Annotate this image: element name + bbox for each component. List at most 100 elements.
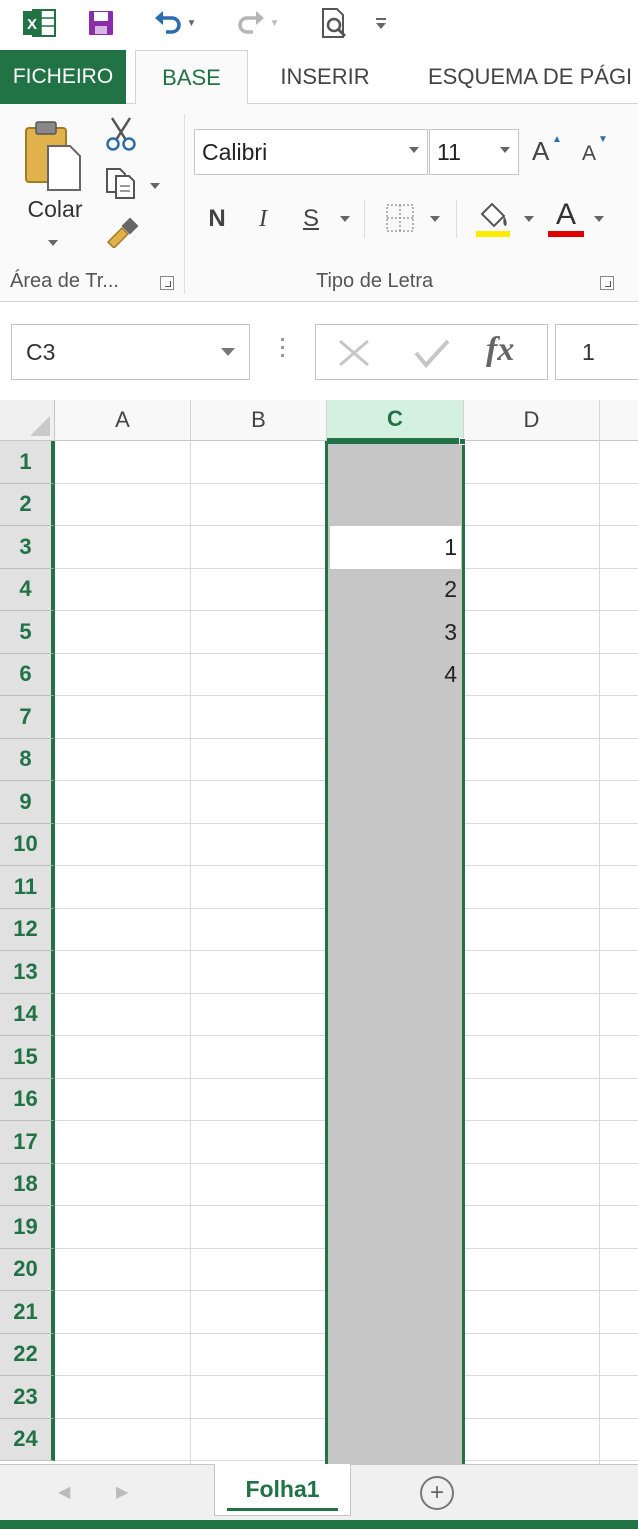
row-header-6[interactable]: 6 xyxy=(0,653,55,696)
row-header-14[interactable]: 14 xyxy=(0,993,55,1036)
copy-icon xyxy=(106,168,135,199)
sheet-tab-folha1[interactable]: Folha1 xyxy=(214,1464,351,1516)
fill-handle[interactable] xyxy=(459,438,466,445)
row-header-18[interactable]: 18 xyxy=(0,1163,55,1206)
row-header-17[interactable]: 17 xyxy=(0,1121,55,1164)
undo-dropdown-icon[interactable]: ▼ xyxy=(187,18,197,29)
column-header-c[interactable]: C xyxy=(327,400,464,441)
shrink-font-label: A xyxy=(582,142,597,165)
font-size-value: 11 xyxy=(437,138,461,165)
column-header-d[interactable]: D xyxy=(464,400,600,441)
row-header-9[interactable]: 9 xyxy=(0,781,55,824)
divider xyxy=(456,200,457,238)
row-header-10[interactable]: 10 xyxy=(0,823,55,866)
column-header-a[interactable]: A xyxy=(55,400,191,441)
quick-access-toolbar: X ▼ ▼ xyxy=(0,0,638,50)
enter-icon[interactable] xyxy=(412,337,452,369)
borders-dropdown-icon[interactable] xyxy=(430,216,440,222)
row-header-16[interactable]: 16 xyxy=(0,1078,55,1121)
formula-value: 1 xyxy=(582,338,595,365)
font-color-label: A xyxy=(555,198,576,231)
italic-button[interactable]: I xyxy=(246,196,280,242)
row-header-19[interactable]: 19 xyxy=(0,1206,55,1249)
select-all-button[interactable] xyxy=(0,400,55,441)
column-header-partial[interactable] xyxy=(600,400,638,441)
name-box-dropdown-icon[interactable] xyxy=(221,348,235,356)
print-preview-icon[interactable] xyxy=(316,6,352,40)
sheet-scroll-right-icon[interactable]: ▶ xyxy=(116,1482,128,1502)
row-header-2[interactable]: 2 xyxy=(0,483,55,526)
name-box[interactable]: C3 xyxy=(11,324,250,380)
tab-esquema-de-pagina[interactable]: ESQUEMA DE PÁGI xyxy=(428,50,638,104)
customize-qat-icon[interactable] xyxy=(370,6,392,40)
excel-logo-letter: X xyxy=(27,16,37,33)
scissors-icon[interactable] xyxy=(104,116,140,152)
paintbrush-icon[interactable] xyxy=(104,216,140,252)
row-header-3[interactable]: 3 xyxy=(0,526,55,569)
cell-c4[interactable]: 2 xyxy=(330,569,457,611)
undo-button[interactable]: ▼ xyxy=(145,6,203,40)
font-size-combo[interactable]: 11 xyxy=(429,129,519,175)
row-header-5[interactable]: 5 xyxy=(0,611,55,654)
caret-up-icon: ▲ xyxy=(552,134,562,145)
row-header-22[interactable]: 22 xyxy=(0,1333,55,1376)
font-color-button[interactable]: A xyxy=(548,196,584,240)
gridline xyxy=(190,441,191,1464)
cancel-icon[interactable] xyxy=(336,337,372,369)
row-header-4[interactable]: 4 xyxy=(0,568,55,611)
row-header-7[interactable]: 7 xyxy=(0,696,55,739)
borders-icon[interactable] xyxy=(384,202,418,236)
font-name-dropdown-icon[interactable] xyxy=(409,147,419,153)
formula-bar: C3 fx 1 xyxy=(0,302,638,400)
formula-buttons: fx xyxy=(315,324,548,380)
underline-button[interactable]: S xyxy=(294,196,328,242)
cell-c6[interactable]: 4 xyxy=(330,654,457,696)
underline-dropdown-icon[interactable] xyxy=(340,216,350,222)
grow-font-button[interactable]: A ▲ xyxy=(532,134,564,170)
divider xyxy=(364,200,365,238)
tab-base[interactable]: BASE xyxy=(135,50,248,105)
save-icon[interactable] xyxy=(84,6,118,40)
undo-icon xyxy=(154,11,181,34)
formula-input[interactable]: 1 xyxy=(555,324,638,380)
font-color-dropdown-icon[interactable] xyxy=(594,216,604,222)
row-header-13[interactable]: 13 xyxy=(0,951,55,994)
clipboard-group-label: Área de Tr... xyxy=(10,270,119,292)
bold-button[interactable]: N xyxy=(200,196,234,242)
row-header-11[interactable]: 11 xyxy=(0,866,55,909)
worksheet-grid[interactable]: ABCD 1234 1 2 3 4 5 6 7 8 9 10 11 12 13 14 15 16 17 18 19 2… xyxy=(0,400,638,1464)
redo-button[interactable]: ▼ xyxy=(228,6,286,40)
formula-bar-grip-icon[interactable] xyxy=(281,338,285,366)
fill-color-dropdown-icon[interactable] xyxy=(524,216,534,222)
copy-dropdown-icon[interactable] xyxy=(150,183,160,189)
fill-color-icon[interactable] xyxy=(474,198,514,240)
paste-dropdown-icon[interactable] xyxy=(48,240,58,246)
font-size-dropdown-icon[interactable] xyxy=(500,147,510,153)
redo-dropdown-icon[interactable]: ▼ xyxy=(270,18,280,29)
row-header-12[interactable]: 12 xyxy=(0,908,55,951)
column-header-b[interactable]: B xyxy=(191,400,327,441)
ribbon-tabs: FICHEIRO BASE INSERIR ESQUEMA DE PÁGI xyxy=(0,50,638,105)
row-header-15[interactable]: 15 xyxy=(0,1036,55,1079)
tab-ficheiro[interactable]: FICHEIRO xyxy=(0,50,126,104)
paste-button[interactable]: Colar xyxy=(18,118,92,248)
insert-function-button[interactable]: fx xyxy=(486,331,514,369)
tab-inserir[interactable]: INSERIR xyxy=(262,50,388,104)
row-header-21[interactable]: 21 xyxy=(0,1291,55,1334)
font-name-combo[interactable]: Calibri xyxy=(194,129,428,175)
sheet-scroll-left-icon[interactable]: ◀ xyxy=(58,1482,70,1502)
font-launcher-icon[interactable] xyxy=(600,276,614,290)
add-sheet-button[interactable]: + xyxy=(420,1476,454,1510)
row-header-20[interactable]: 20 xyxy=(0,1248,55,1291)
shrink-font-button[interactable]: A ▼ xyxy=(582,134,610,170)
copy-button[interactable] xyxy=(104,166,168,202)
row-header-24[interactable]: 24 xyxy=(0,1418,55,1461)
clipboard-launcher-icon[interactable] xyxy=(160,276,174,290)
status-bar xyxy=(0,1520,638,1529)
row-header-1[interactable]: 1 xyxy=(0,441,55,484)
row-header-8[interactable]: 8 xyxy=(0,738,55,781)
caret-down-icon: ▼ xyxy=(598,134,608,145)
row-header-23[interactable]: 23 xyxy=(0,1376,55,1419)
cell-c5[interactable]: 3 xyxy=(330,611,457,653)
cell-c3[interactable]: 1 xyxy=(330,526,457,568)
